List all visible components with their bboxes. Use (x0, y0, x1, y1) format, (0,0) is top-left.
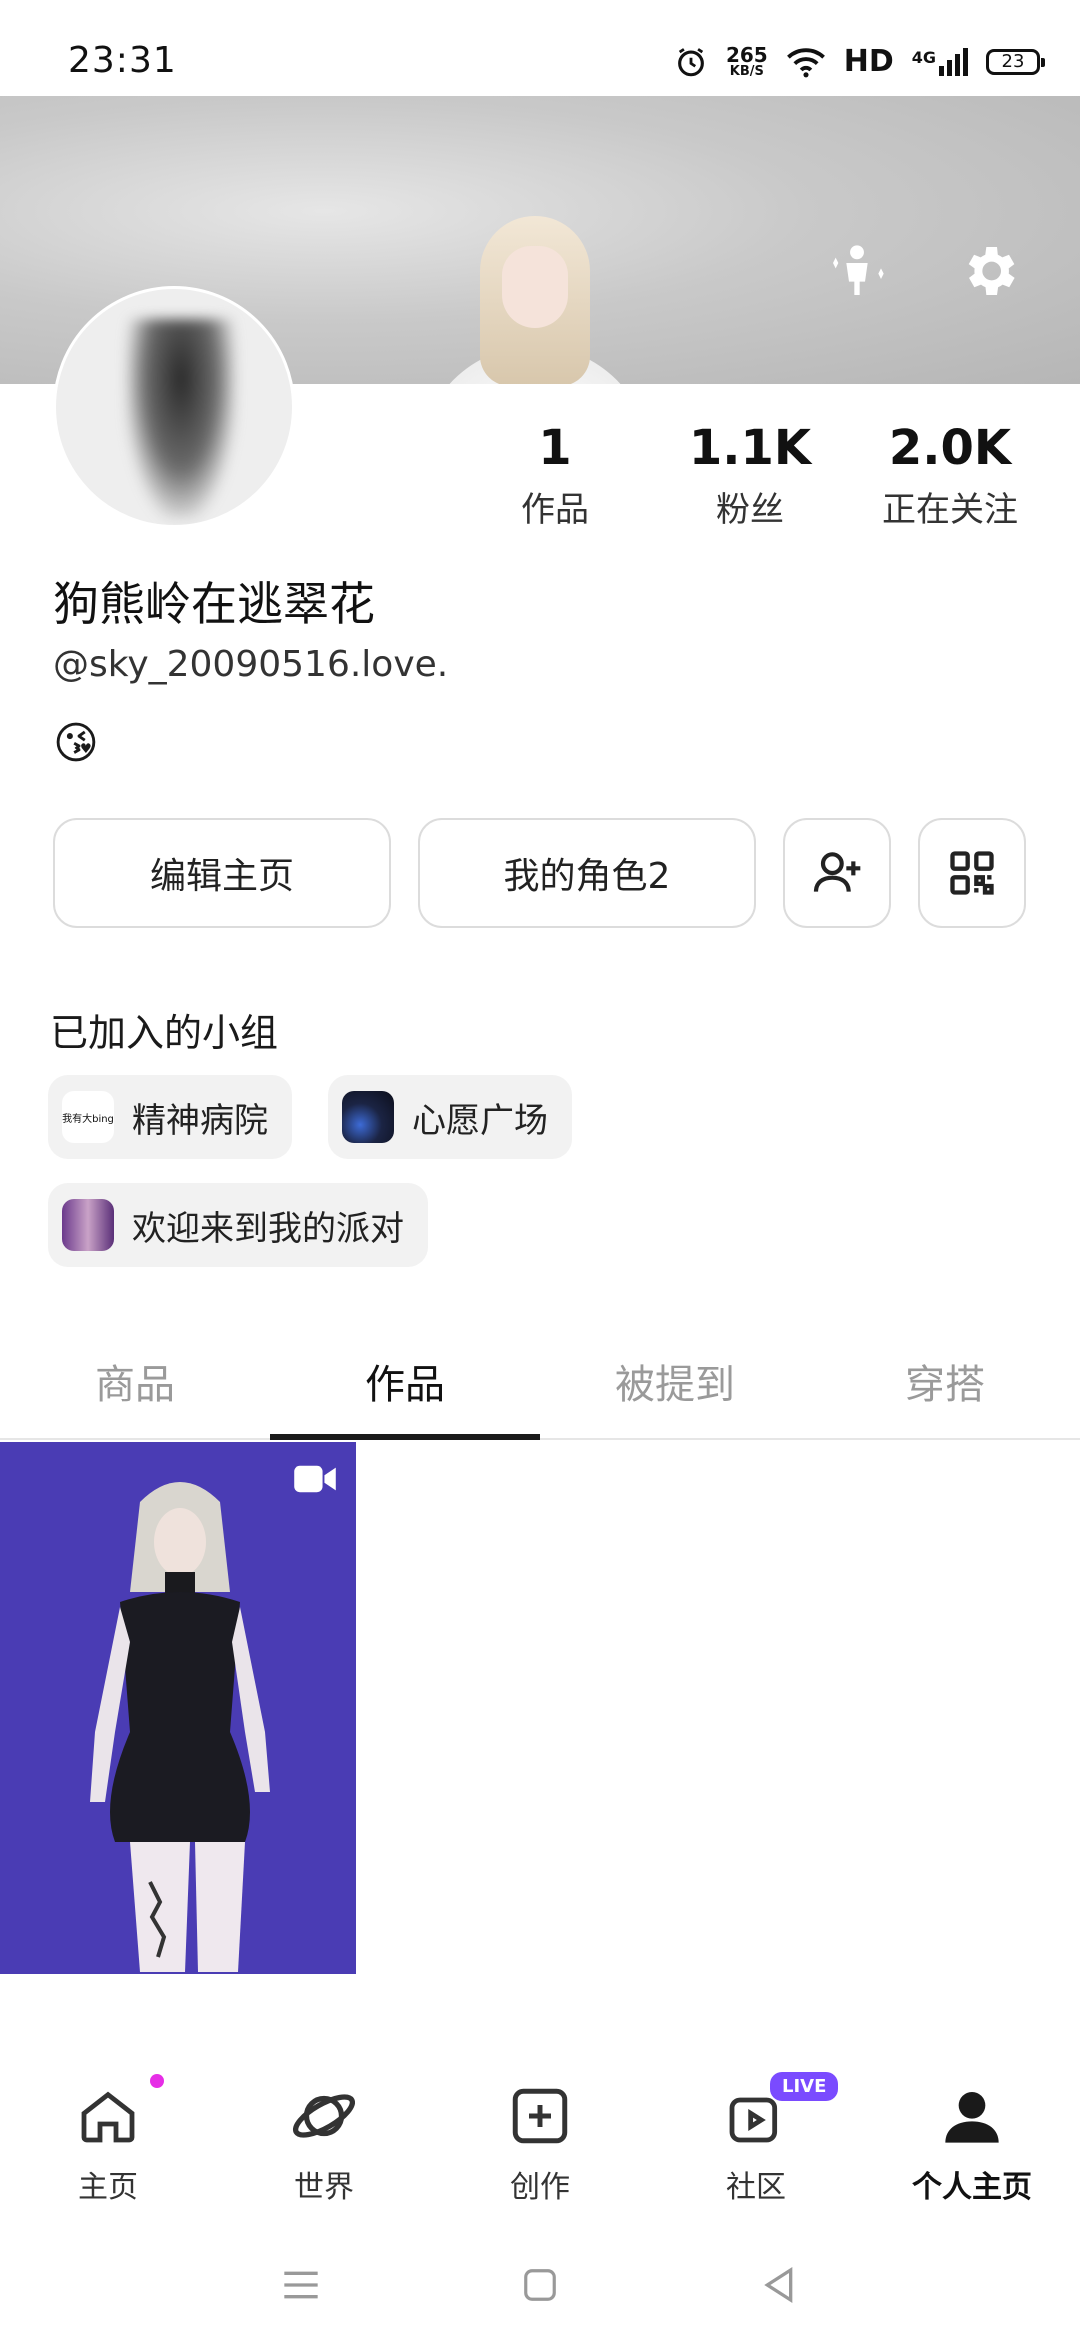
nav-create[interactable]: 创作 (432, 2050, 648, 2230)
group-icon-wish-plaza (342, 1091, 394, 1143)
post-character-image (90, 1482, 270, 1972)
nav-home-label: 主页 (78, 2170, 138, 2205)
profile-stats: 1 作品 1.1K 粉丝 2.0K 正在关注 (460, 420, 1060, 531)
battery-icon: 23 (986, 48, 1045, 75)
alarm-icon (678, 47, 704, 76)
home-notification-dot (150, 2074, 164, 2088)
planet-icon (288, 2080, 360, 2152)
profile-bio-emoji: 😘 (53, 718, 99, 769)
joined-groups-title: 已加入的小组 (50, 1011, 279, 1055)
status-bar: 23:31 265 KB/S HD 4G 23 (0, 0, 1080, 96)
nav-community-label: 社区 (726, 2170, 786, 2205)
cellular-signal: 4G (911, 47, 968, 76)
tab-mentioned[interactable]: 被提到 (540, 1340, 810, 1438)
live-badge: LIVE (770, 2072, 839, 2101)
wifi-icon (786, 47, 825, 77)
stat-works[interactable]: 1 作品 (460, 420, 650, 531)
system-navigation-bar (0, 2230, 1080, 2340)
stat-followers-value: 1.1K (688, 420, 812, 476)
home-square-icon[interactable] (521, 2266, 559, 2304)
group-chip-wish-plaza[interactable]: 心愿广场 (328, 1075, 572, 1159)
nav-profile-label: 个人主页 (912, 2170, 1032, 2205)
group-icon-party (62, 1199, 114, 1251)
menu-icon[interactable] (281, 2267, 321, 2303)
group-name: 精神病院 (132, 1100, 268, 1141)
status-icons: 265 KB/S HD 4G 23 (674, 44, 1045, 79)
nav-profile[interactable]: 个人主页 (864, 2050, 1080, 2230)
tab-goods[interactable]: 商品 (0, 1340, 270, 1438)
stat-followers[interactable]: 1.1K 粉丝 (650, 420, 850, 531)
bottom-navigation: 主页 世界 创作 LIVE 社区 个人主页 (0, 2050, 1080, 2230)
group-name: 欢迎来到我的派对 (132, 1208, 404, 1249)
nav-community[interactable]: LIVE 社区 (648, 2050, 864, 2230)
stat-works-value: 1 (538, 420, 572, 476)
settings-gear-icon[interactable] (954, 236, 1024, 306)
stat-followers-label: 粉丝 (716, 490, 784, 530)
network-speed: 265 KB/S (726, 45, 768, 78)
nav-world-label: 世界 (294, 2170, 354, 2205)
tab-works[interactable]: 作品 (270, 1340, 540, 1440)
profile-avatar[interactable] (53, 286, 295, 528)
group-name: 心愿广场 (412, 1100, 548, 1141)
my-role-button[interactable]: 我的角色2 (418, 818, 756, 928)
group-chip-party[interactable]: 欢迎来到我的派对 (48, 1183, 428, 1267)
stat-following[interactable]: 2.0K 正在关注 (850, 420, 1050, 531)
network-speed-unit: KB/S (729, 64, 764, 79)
edit-profile-button[interactable]: 编辑主页 (53, 818, 391, 928)
hd-indicator: HD (843, 44, 894, 79)
stat-following-value: 2.0K (888, 420, 1012, 476)
stat-following-label: 正在关注 (882, 490, 1018, 530)
profile-icon (936, 2080, 1008, 2152)
create-icon (504, 2080, 576, 2152)
home-icon (72, 2080, 144, 2152)
stat-works-label: 作品 (521, 490, 589, 530)
status-time: 23:31 (68, 40, 177, 81)
video-camera-icon (294, 1465, 336, 1493)
profile-username: 狗熊岭在逃翠花 (53, 577, 375, 631)
tab-outfits[interactable]: 穿搭 (810, 1340, 1080, 1438)
profile-handle: @sky_20090516.love. (53, 644, 449, 685)
back-triangle-icon[interactable] (759, 2265, 799, 2305)
group-icon-hospital: 我有大bing (62, 1091, 114, 1143)
signal-label: 4G (911, 47, 936, 67)
add-user-icon (813, 852, 861, 892)
avatar-outfit-icon[interactable] (822, 236, 892, 306)
qr-code-button[interactable] (918, 818, 1026, 928)
profile-tabs: 商品 作品 被提到 穿搭 (0, 1340, 1080, 1440)
post-thumbnail[interactable] (0, 1442, 356, 1974)
nav-home[interactable]: 主页 (0, 2050, 216, 2230)
qr-code-icon (950, 851, 994, 895)
banner-character-image (410, 216, 650, 384)
nav-world[interactable]: 世界 (216, 2050, 432, 2230)
nav-create-label: 创作 (510, 2170, 570, 2205)
network-speed-value: 265 (725, 43, 768, 67)
group-chip-hospital[interactable]: 我有大bing 精神病院 (48, 1075, 292, 1159)
add-friend-button[interactable] (783, 818, 891, 928)
